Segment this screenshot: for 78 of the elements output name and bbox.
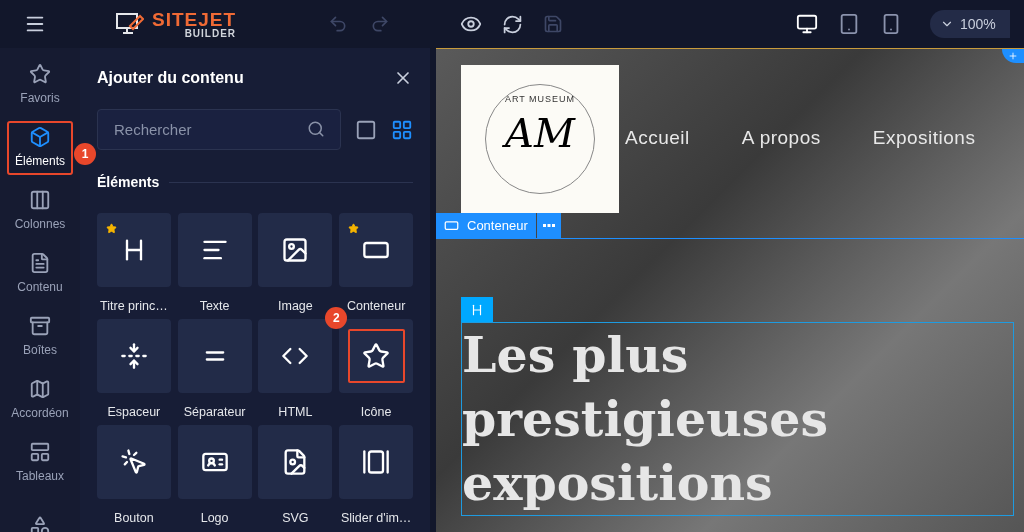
desktop-icon — [796, 13, 818, 35]
element-tile[interactable] — [96, 213, 171, 287]
nav-link[interactable]: A propos — [741, 123, 821, 153]
star-icon — [362, 341, 391, 370]
zoom-dropdown[interactable]: 100% — [930, 10, 1010, 38]
element-tile[interactable] — [339, 213, 414, 287]
tile-label: Texte — [199, 298, 230, 315]
container-icon — [444, 218, 459, 233]
rail-item[interactable]: Tableaux — [7, 436, 73, 490]
more-options-button[interactable] — [536, 213, 561, 238]
rail-item[interactable]: Colonnes — [7, 184, 73, 238]
tile-label: Slider d'im… — [340, 509, 412, 527]
device-button[interactable] — [796, 13, 818, 35]
add-section-button[interactable] — [1002, 49, 1024, 63]
nav-link[interactable]: Accueil — [625, 123, 690, 153]
brand-name: SITEJET — [152, 9, 237, 29]
nav-link[interactable]: Expositions — [872, 123, 976, 153]
element-tile[interactable] — [258, 213, 333, 287]
square-icon — [355, 118, 377, 141]
step-badge: 2 — [325, 306, 348, 329]
section-heading: Éléments — [97, 173, 160, 192]
tile-label: Icône — [360, 403, 392, 421]
element-tile[interactable] — [177, 424, 252, 499]
tile-label: Espaceur — [107, 403, 161, 421]
star-icon — [29, 63, 51, 85]
tile-label: HTML — [278, 403, 313, 421]
element-tile[interactable] — [339, 318, 414, 393]
brand-subtitle: BUILDER — [184, 28, 237, 39]
element-tile[interactable] — [258, 424, 333, 499]
rail-item[interactable]: Boîtes — [7, 310, 73, 364]
panel-title: Ajouter du contenu — [97, 68, 244, 88]
grid-view-button[interactable] — [391, 118, 413, 141]
more-icon — [542, 223, 555, 228]
cube-icon — [29, 126, 51, 148]
accordion-icon — [29, 378, 51, 400]
rail-item[interactable]: Contenu — [7, 247, 73, 301]
columns-icon — [29, 189, 51, 211]
tile-label: Titre princ… — [100, 298, 168, 315]
element-tile[interactable] — [258, 318, 333, 393]
search-field[interactable]: Rechercher — [97, 109, 341, 150]
single-view-button[interactable] — [355, 118, 377, 141]
plus-icon — [1008, 51, 1018, 61]
refresh-button[interactable] — [502, 13, 524, 35]
heading-icon — [470, 302, 484, 317]
image-icon — [281, 236, 310, 264]
tile-label: SVG — [282, 509, 309, 527]
tile-label: Image — [278, 298, 313, 315]
logo-ring-text: ART MUSEUM — [504, 93, 576, 106]
search-icon — [307, 120, 325, 138]
tile-label: Bouton — [114, 509, 154, 527]
element-tile[interactable] — [96, 318, 171, 393]
hero-heading: Les plus prestigieuses expositions — [462, 325, 830, 514]
slider-icon — [362, 447, 391, 476]
refresh-icon — [502, 13, 524, 35]
rail-item[interactable]: Éléments — [7, 121, 73, 175]
element-tile[interactable] — [339, 424, 414, 499]
monitor-pen-logo-icon — [116, 12, 144, 36]
shapes-icon — [29, 515, 51, 532]
button-cursor-icon — [119, 447, 148, 476]
tile-label: Conteneur — [346, 298, 406, 315]
box-icon — [29, 315, 51, 337]
tile-label: Séparateur — [183, 403, 246, 421]
rail-item[interactable]: Favoris — [7, 58, 73, 112]
spacer-icon — [119, 341, 148, 370]
tablet-icon — [838, 13, 860, 35]
tile-label: Logo — [200, 509, 229, 527]
device-button[interactable] — [838, 13, 860, 35]
grid-icon — [391, 118, 413, 141]
document-icon — [29, 252, 51, 274]
element-tile[interactable] — [96, 424, 171, 499]
save-icon — [543, 14, 564, 34]
heading-handle[interactable] — [461, 297, 493, 322]
table-layout-icon — [29, 441, 51, 463]
rail-item[interactable]: Accordéon — [7, 373, 73, 427]
element-tile[interactable] — [177, 318, 252, 393]
element-tile[interactable] — [177, 213, 252, 287]
redo-icon — [370, 14, 391, 34]
step-badge: 1 — [74, 143, 96, 165]
